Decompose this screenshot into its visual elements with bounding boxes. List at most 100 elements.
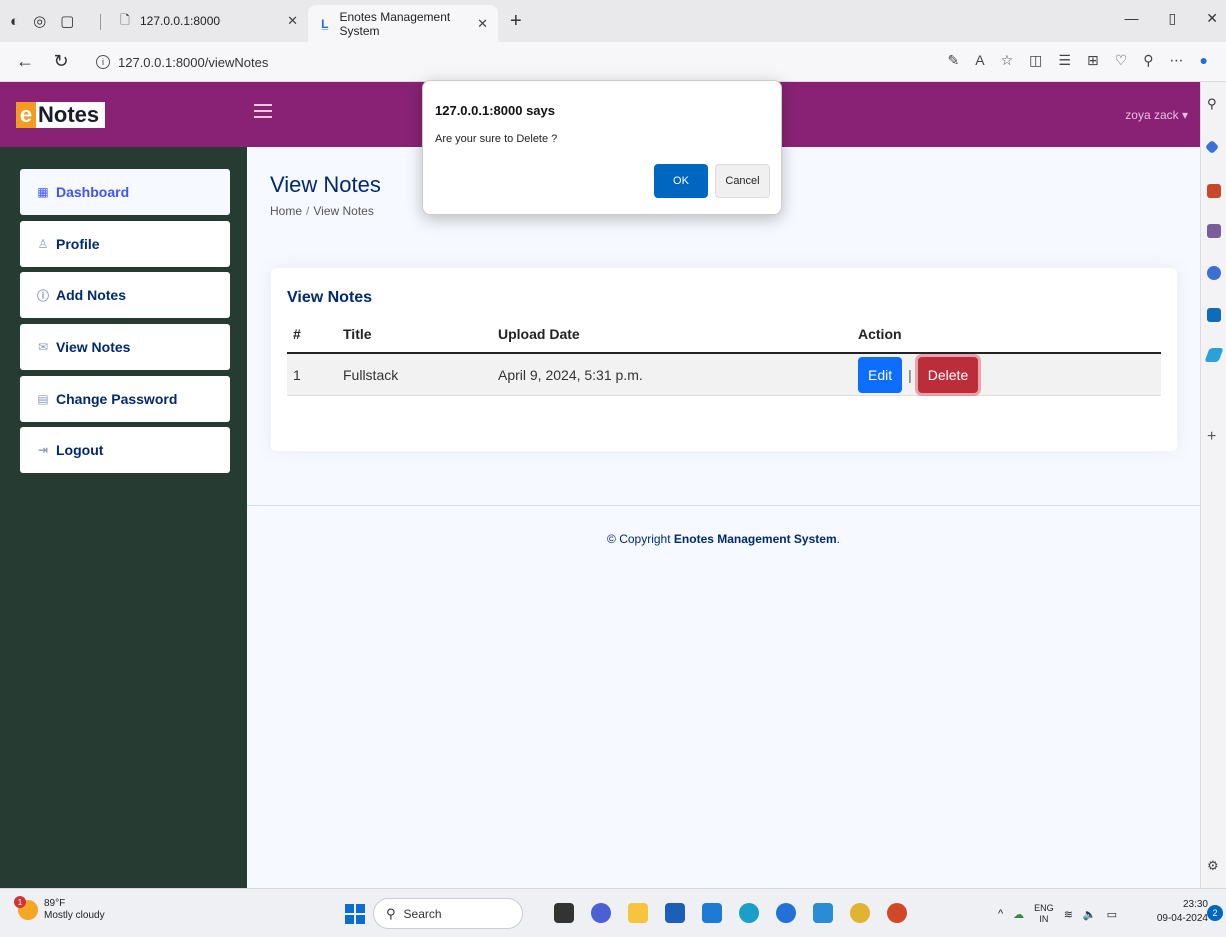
delete-button[interactable]: Delete <box>917 356 979 393</box>
url-field[interactable]: i 127.0.0.1:8000/viewNotes <box>86 48 892 76</box>
close-window-icon[interactable]: ✕ <box>1206 10 1218 27</box>
browser-essentials-icon[interactable]: ♡ <box>1115 52 1128 69</box>
cell-title: Fullstack <box>343 366 399 383</box>
task-view-icon[interactable] <box>554 903 574 923</box>
header-num: # <box>293 326 301 342</box>
breadcrumb-home[interactable]: Home <box>270 204 302 218</box>
logo-text: Notes <box>36 102 106 128</box>
back-arrow-icon[interactable]: ← <box>14 51 36 72</box>
collections-icon[interactable]: ⊞ <box>1087 52 1099 69</box>
ok-button[interactable]: OK <box>654 164 708 198</box>
card-icon: ▤ <box>37 392 49 406</box>
sidebar-item-label: Add Notes <box>56 287 126 303</box>
edge-sidebar: ⚲ + ⚙ <box>1200 82 1226 888</box>
page-icon: 🗋 <box>120 12 130 27</box>
read-aloud-icon[interactable]: A <box>975 52 984 69</box>
add-icon[interactable]: + <box>1207 428 1221 445</box>
lang-bottom: IN <box>1039 914 1049 924</box>
footer-suffix: . <box>836 532 840 546</box>
sidebar-item-logout[interactable]: ⇥ Logout <box>20 427 230 473</box>
footer: © Copyright Enotes Management System. <box>247 532 1200 546</box>
telegram-icon[interactable] <box>1204 348 1224 362</box>
tab-enotes[interactable]: L̲ Enotes Management System ✕ <box>308 5 498 42</box>
chrome-icon[interactable] <box>850 903 870 923</box>
powerpoint-icon[interactable] <box>887 903 907 923</box>
cancel-button[interactable]: Cancel <box>715 164 770 198</box>
notes-table: # Title Upload Date Action 1 Fullstack A… <box>287 316 1161 396</box>
settings-gear-icon[interactable]: ⚙ <box>1207 858 1221 873</box>
weather-desc: Mostly cloudy <box>44 910 105 921</box>
footer-divider <box>247 505 1200 506</box>
edge-browser-icon[interactable] <box>739 903 759 923</box>
media-player-icon[interactable] <box>776 903 796 923</box>
edit-button[interactable]: Edit <box>858 356 903 393</box>
workspaces-icon[interactable]: ◎ <box>33 12 46 30</box>
grid-icon: ▦ <box>37 185 49 199</box>
tab-localhost[interactable]: 🗋 127.0.0.1:8000 ✕ <box>108 5 308 37</box>
favorites-icon[interactable]: ☰ <box>1058 52 1071 69</box>
more-icon[interactable]: ⋯ <box>1170 52 1184 69</box>
sidebar: ▦ Dashboard ♙ Profile ⓘ Add Notes ✉ View… <box>0 147 247 888</box>
language-indicator[interactable]: ENG IN <box>1034 903 1054 925</box>
sidebar-item-view-notes[interactable]: ✉ View Notes <box>20 324 230 370</box>
info-icon[interactable]: i <box>96 55 110 69</box>
tab-actions-icon[interactable]: ▢ <box>60 12 74 30</box>
share-icon[interactable]: ⚲ <box>1143 52 1153 69</box>
new-tab-button[interactable]: + <box>510 10 522 33</box>
favorite-star-icon[interactable]: ☆ <box>1001 52 1014 69</box>
profile-icon[interactable]: ◐ <box>10 13 19 30</box>
envelope-icon: ✉ <box>37 340 49 354</box>
user-dropdown[interactable]: zoya zack ▾ <box>1125 108 1188 122</box>
pen-icon[interactable]: ✎ <box>948 52 960 69</box>
clock[interactable]: 23:30 09-04-2024 <box>1150 898 1208 926</box>
split-screen-icon[interactable]: ◫ <box>1029 52 1042 69</box>
header-upload-date: Upload Date <box>498 326 580 342</box>
browser-tab-bar: ◐ ◎ ▢ 🗋 127.0.0.1:8000 ✕ L̲ Enotes Manag… <box>0 0 1226 42</box>
notification-badge[interactable]: 2 <box>1207 905 1223 921</box>
chevron-up-icon[interactable]: ^ <box>998 908 1003 920</box>
sidebar-item-profile[interactable]: ♙ Profile <box>20 221 230 267</box>
search-icon[interactable]: ⚲ <box>1207 96 1221 111</box>
window-controls: — ▯ ✕ <box>1125 10 1218 27</box>
enotes-logo[interactable]: e Notes <box>16 102 106 128</box>
volume-icon[interactable]: 🔈 <box>1083 908 1097 921</box>
sidebar-item-dashboard[interactable]: ▦ Dashboard <box>20 169 230 215</box>
dell-icon[interactable] <box>702 903 722 923</box>
shopping-tag-icon[interactable] <box>1204 139 1220 155</box>
clock-date: 09-04-2024 <box>1156 913 1208 924</box>
notes-card: View Notes # Title Upload Date Action 1 … <box>271 268 1177 451</box>
windows-start-icon[interactable] <box>345 904 365 924</box>
page-title: View Notes <box>270 172 381 197</box>
close-tab-icon[interactable]: ✕ <box>287 13 298 29</box>
tab-separator <box>100 14 101 30</box>
minimize-icon[interactable]: — <box>1125 10 1139 27</box>
sidebar-item-add-notes[interactable]: ⓘ Add Notes <box>20 272 230 318</box>
taskbar: 1 89°F Mostly cloudy ⚲ Search ^ ☁ ENG IN… <box>0 888 1226 937</box>
games-icon[interactable] <box>1207 224 1221 238</box>
weather-widget[interactable]: 1 89°F Mostly cloudy <box>14 896 105 922</box>
wifi-icon[interactable]: ≋ <box>1064 908 1073 921</box>
taskbar-search[interactable]: ⚲ Search <box>373 898 523 929</box>
store-icon[interactable] <box>665 903 685 923</box>
weather-temp: 89°F <box>44 898 66 909</box>
outlook-icon[interactable] <box>1207 308 1221 322</box>
restore-icon[interactable]: ▯ <box>1169 10 1177 27</box>
cloud-icon[interactable]: ☁ <box>1013 908 1024 921</box>
breadcrumb-current: View Notes <box>313 204 374 218</box>
close-tab-icon[interactable]: ✕ <box>477 16 488 32</box>
table-header: # Title Upload Date Action <box>287 316 1161 354</box>
office-icon[interactable] <box>1207 266 1221 280</box>
hamburger-menu-icon[interactable] <box>254 104 272 118</box>
refresh-icon[interactable]: ↻ <box>50 51 72 72</box>
logout-icon: ⇥ <box>37 443 49 457</box>
vscode-icon[interactable] <box>813 903 833 923</box>
copilot-icon[interactable]: ● <box>1200 52 1208 69</box>
table-row: 1 Fullstack April 9, 2024, 5:31 p.m. Edi… <box>287 354 1161 396</box>
battery-icon[interactable]: ▭ <box>1107 908 1117 921</box>
meet-icon[interactable] <box>591 903 611 923</box>
tools-icon[interactable] <box>1207 184 1221 198</box>
file-explorer-icon[interactable] <box>628 903 648 923</box>
sidebar-item-change-password[interactable]: ▤ Change Password <box>20 376 230 422</box>
tab-bar-icons: ◐ ◎ ▢ <box>0 12 92 31</box>
breadcrumb-separator: / <box>306 204 310 218</box>
